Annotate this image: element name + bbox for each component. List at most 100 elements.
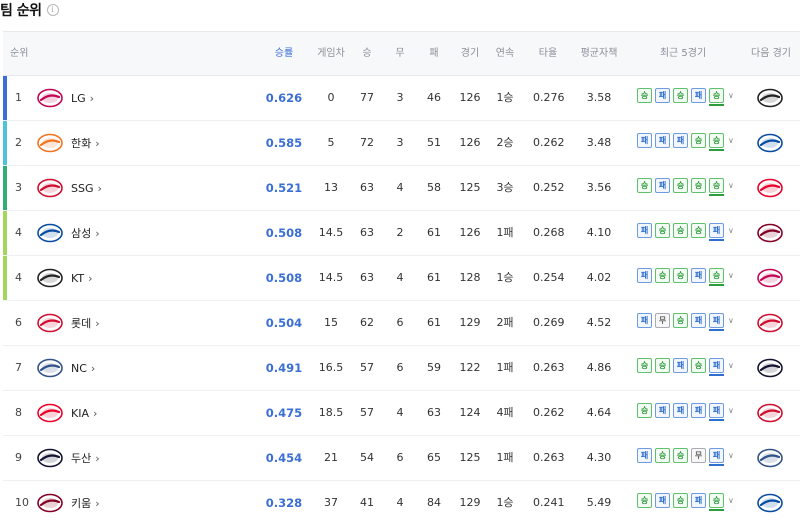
- recent-result-badge: 패: [655, 178, 670, 193]
- win-cell: 57: [360, 361, 374, 374]
- recent-games[interactable]: 승 패 승 패 승 ∨: [637, 493, 734, 511]
- info-icon[interactable]: i: [46, 4, 59, 16]
- recent-result-badge: 승: [709, 88, 724, 106]
- next-opponent-logo-icon[interactable]: [756, 177, 784, 199]
- recent-games[interactable]: 패 승 승 승 패 ∨: [637, 223, 734, 241]
- team-link[interactable]: 롯데 ›: [37, 301, 100, 345]
- recent-games[interactable]: 승 패 패 패 패 ∨: [637, 403, 734, 421]
- gamesback-cell: 16.5: [318, 361, 344, 374]
- team-link[interactable]: 삼성 ›: [37, 211, 100, 255]
- table-row[interactable]: 7 NC › 0.491 16.5 57 6 59 122 1패 0.263 4.86 승 승 패 승 패 ∨: [3, 346, 800, 391]
- draw-cell: 3: [396, 91, 404, 104]
- games-cell: 126: [459, 136, 481, 149]
- chevron-down-icon[interactable]: ∨: [728, 448, 734, 463]
- rank-indicator-bar: [3, 256, 7, 300]
- next-opponent-logo-icon[interactable]: [756, 357, 784, 379]
- winrate-cell: 0.508: [265, 226, 303, 240]
- chevron-down-icon[interactable]: ∨: [728, 403, 734, 418]
- games-cell: 122: [459, 361, 481, 374]
- team-link[interactable]: NC ›: [37, 346, 95, 390]
- era-cell: 5.49: [586, 496, 612, 509]
- table-row[interactable]: 8 KIA › 0.475 18.5 57 4 63 124 4패 0.262 4.64 승 패 패 패 패 ∨: [3, 391, 800, 436]
- recent-result-badge: 승: [655, 223, 670, 238]
- table-row[interactable]: 4 삼성 › 0.508 14.5 63 2 61 126 1패 0.268 4.10 패 승 승 승 패 ∨: [3, 211, 800, 256]
- header-era[interactable]: 평균자책: [576, 32, 622, 76]
- table-row[interactable]: 10 키움 › 0.328 37 41 4 84 129 1승 0.241 5.49 승 패 승 패 승 ∨: [3, 481, 800, 524]
- avg-cell: 0.263: [533, 451, 565, 464]
- win-cell: 62: [360, 316, 374, 329]
- chevron-right-icon: ›: [92, 406, 98, 420]
- table-row[interactable]: 2 한화 › 0.585 5 72 3 51 126 2승 0.262 3.48 패 패 패 승 승 ∨: [3, 121, 800, 166]
- table-row[interactable]: 4 KT › 0.508 14.5 63 4 61 128 1승 0.254 4.02 패 승 승 패 승 ∨: [3, 256, 800, 301]
- recent-result-badge: 패: [709, 313, 724, 331]
- recent-result-badge: 승: [691, 223, 706, 238]
- games-cell: 125: [459, 451, 481, 464]
- recent-games[interactable]: 승 패 승 승 승 ∨: [637, 178, 734, 196]
- chevron-down-icon[interactable]: ∨: [728, 358, 734, 373]
- team-logo-icon: [37, 447, 63, 469]
- header-streak[interactable]: 연속: [490, 32, 520, 76]
- rank-indicator-bar: [3, 211, 7, 255]
- chevron-down-icon[interactable]: ∨: [728, 133, 734, 148]
- team-link[interactable]: 두산 ›: [37, 436, 100, 480]
- header-win[interactable]: 승: [356, 32, 378, 76]
- avg-cell: 0.263: [533, 361, 565, 374]
- team-link[interactable]: 키움 ›: [37, 481, 100, 524]
- streak-cell: 1승: [496, 271, 514, 284]
- next-opponent-logo-icon[interactable]: [756, 402, 784, 424]
- gamesback-cell: 14.5: [318, 271, 344, 284]
- recent-result-badge: 승: [691, 178, 706, 193]
- table-row[interactable]: 6 롯데 › 0.504 15 62 6 61 129 2패 0.269 4.52 패 무 승 패 패 ∨: [3, 301, 800, 346]
- header-winrate[interactable]: 승률: [265, 32, 303, 76]
- next-opponent-logo-icon[interactable]: [756, 132, 784, 154]
- header-draw[interactable]: 무: [390, 32, 410, 76]
- chevron-down-icon[interactable]: ∨: [728, 268, 734, 283]
- recent-games[interactable]: 패 승 승 패 승 ∨: [637, 268, 734, 286]
- rank-cell: 6: [15, 316, 22, 329]
- chevron-down-icon[interactable]: ∨: [728, 178, 734, 193]
- chevron-down-icon[interactable]: ∨: [728, 88, 734, 103]
- loss-cell: 58: [427, 181, 441, 194]
- team-link[interactable]: 한화 ›: [37, 121, 100, 165]
- win-cell: 57: [360, 406, 374, 419]
- chevron-down-icon[interactable]: ∨: [728, 223, 734, 238]
- recent-result-badge: 패: [673, 403, 688, 418]
- next-opponent-logo-icon[interactable]: [756, 222, 784, 244]
- header-gamesback[interactable]: 게임차: [313, 32, 349, 76]
- streak-cell: 1승: [496, 91, 514, 104]
- recent-games[interactable]: 승 승 패 승 패 ∨: [637, 358, 734, 376]
- chevron-down-icon[interactable]: ∨: [728, 313, 734, 328]
- chevron-down-icon[interactable]: ∨: [728, 493, 734, 508]
- table-row[interactable]: 1 LG › 0.626 0 77 3 46 126 1승 0.276 3.58 승 패 승 패 승 ∨: [3, 76, 800, 121]
- recent-games[interactable]: 승 패 승 패 승 ∨: [637, 88, 734, 106]
- loss-cell: 63: [427, 406, 441, 419]
- loss-cell: 84: [427, 496, 441, 509]
- next-opponent-logo-icon[interactable]: [756, 492, 784, 514]
- rank-indicator-bar: [3, 481, 7, 524]
- team-link[interactable]: KIA ›: [37, 391, 97, 435]
- recent-games[interactable]: 패 패 패 승 승 ∨: [637, 133, 734, 151]
- games-cell: 124: [459, 406, 481, 419]
- team-link[interactable]: SSG ›: [37, 166, 102, 210]
- winrate-cell: 0.508: [265, 271, 303, 285]
- streak-cell: 1패: [496, 226, 514, 239]
- team-link[interactable]: LG ›: [37, 76, 94, 120]
- table-row[interactable]: 9 두산 › 0.454 21 54 6 65 125 1패 0.263 4.30 패 승 승 무 패 ∨: [3, 436, 800, 481]
- recent-result-badge: 승: [655, 448, 670, 463]
- win-cell: 77: [360, 91, 374, 104]
- recent-games[interactable]: 패 무 승 패 패 ∨: [637, 313, 734, 331]
- next-opponent-logo-icon[interactable]: [756, 267, 784, 289]
- next-opponent-logo-icon[interactable]: [756, 87, 784, 109]
- recent-games[interactable]: 패 승 승 무 패 ∨: [637, 448, 734, 466]
- era-cell: 3.58: [586, 91, 612, 104]
- recent-result-badge: 패: [709, 403, 724, 421]
- header-loss[interactable]: 패: [423, 32, 445, 76]
- header-games[interactable]: 경기: [455, 32, 485, 76]
- table-row[interactable]: 3 SSG › 0.521 13 63 4 58 125 3승 0.252 3.56 승 패 승 승 승 ∨: [3, 166, 800, 211]
- team-link[interactable]: KT ›: [37, 256, 93, 300]
- next-opponent-logo-icon[interactable]: [756, 447, 784, 469]
- header-avg[interactable]: 타율: [533, 32, 563, 76]
- next-opponent-logo-icon[interactable]: [756, 312, 784, 334]
- rank-cell: 8: [15, 406, 22, 419]
- winrate-cell: 0.475: [265, 406, 303, 420]
